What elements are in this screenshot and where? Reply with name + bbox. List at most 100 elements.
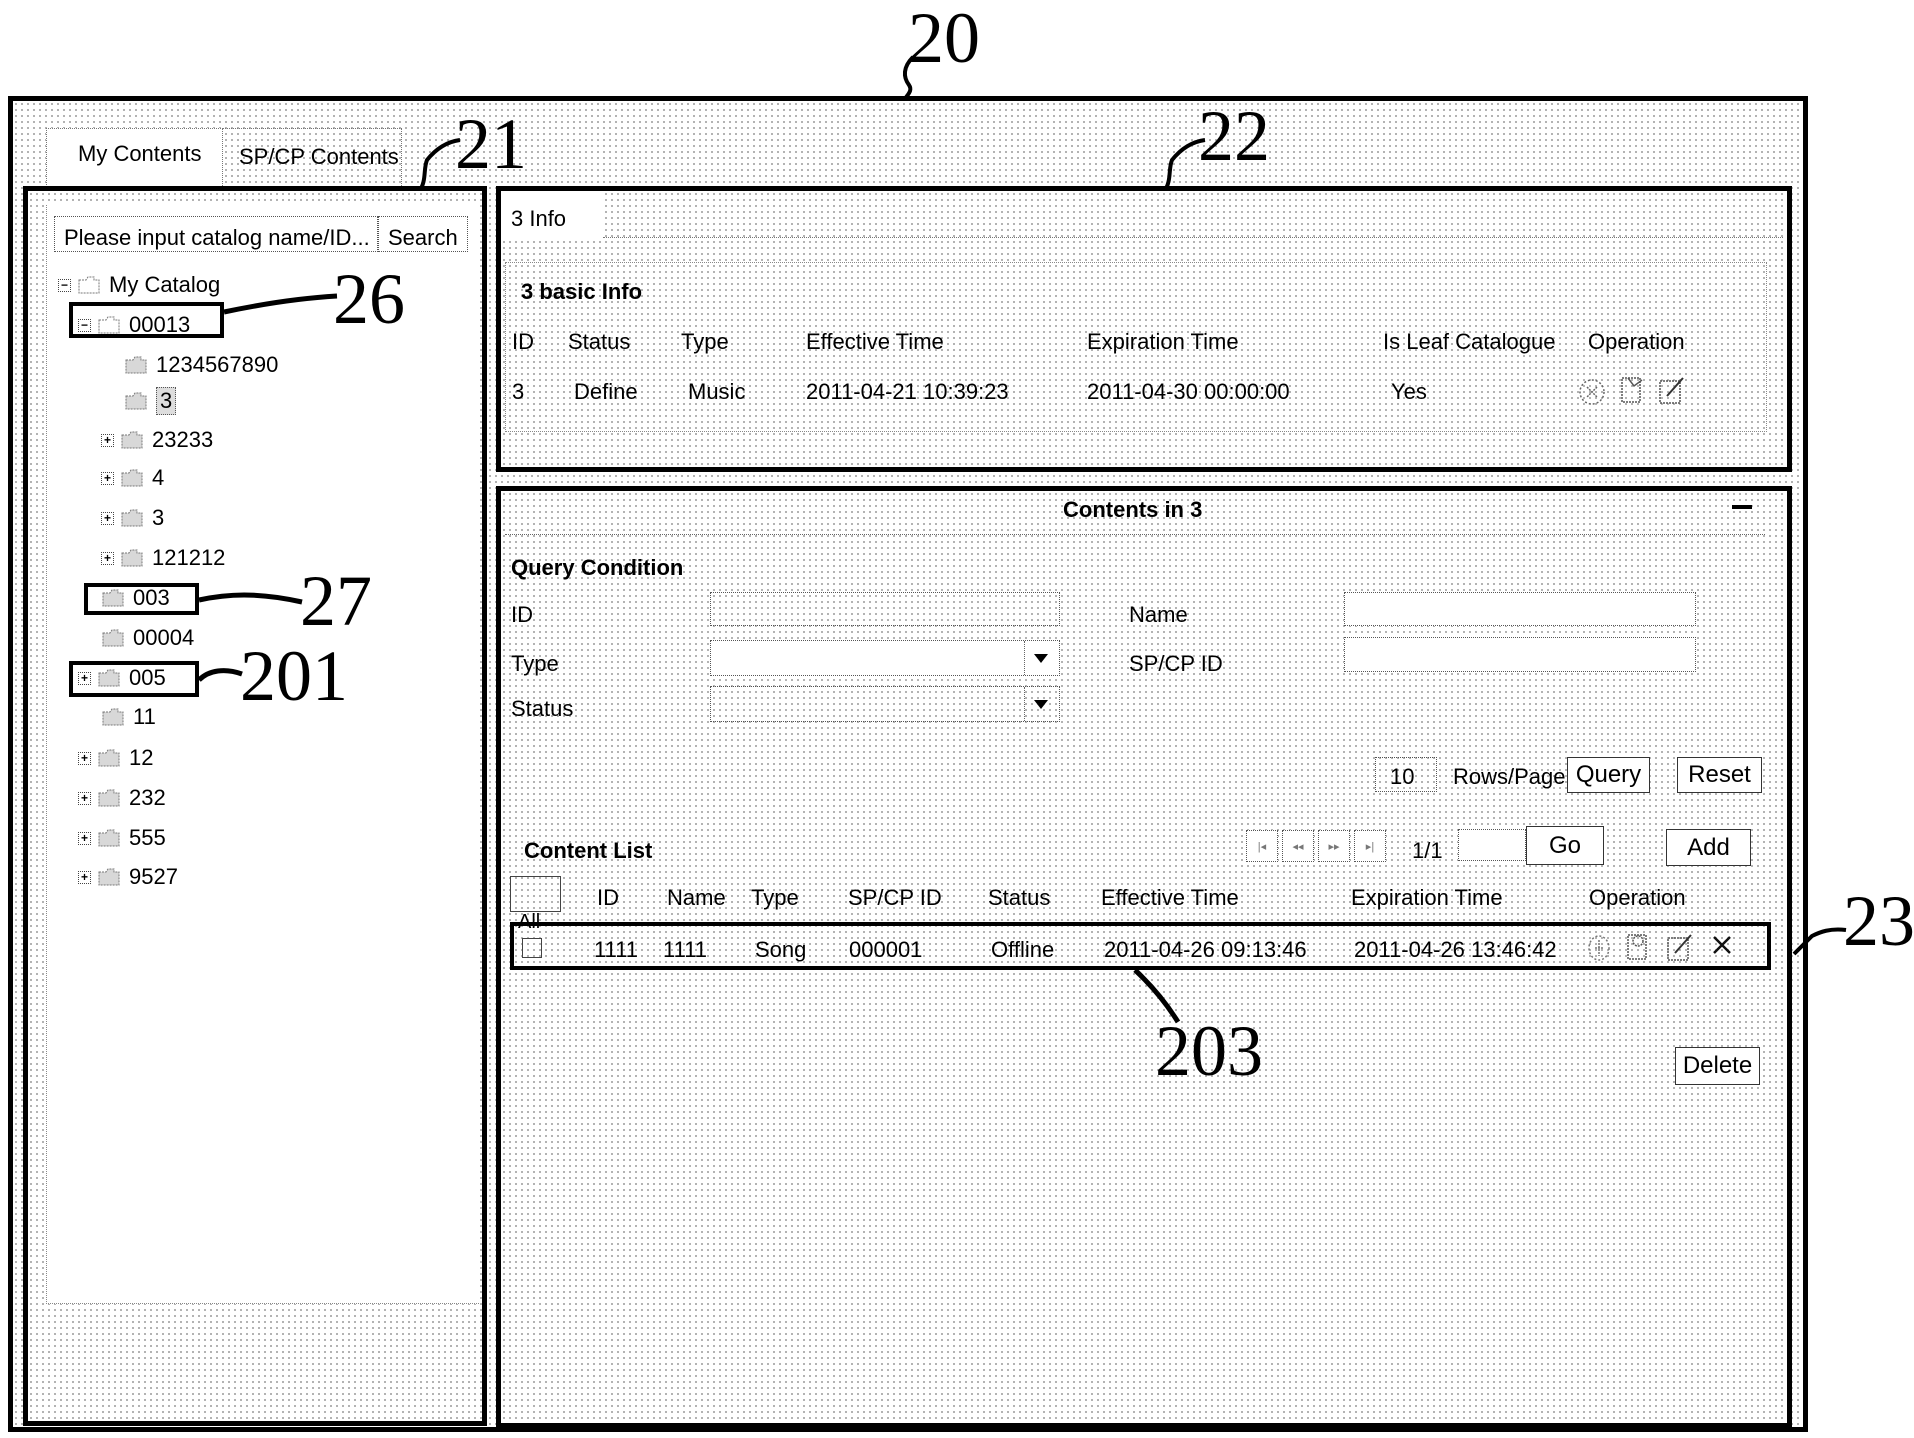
query-status-label: Status	[511, 696, 574, 721]
tree-node-label: 9527	[129, 864, 178, 889]
status-dropdown-divider	[1024, 687, 1025, 721]
disable-icon[interactable]	[1577, 377, 1607, 407]
query-name-input[interactable]	[1344, 592, 1696, 626]
tree-node-label: 11	[133, 704, 156, 729]
tree-node[interactable]: +9527	[78, 862, 178, 892]
expand-toggle-icon[interactable]: +	[78, 751, 91, 765]
tree-node-label: My Catalog	[109, 272, 221, 297]
last-page-icon[interactable]: ▸|	[1354, 830, 1386, 862]
info-cell-type: Music	[688, 379, 746, 404]
tree-node[interactable]: 3	[124, 386, 177, 416]
list-col-status: Status	[988, 885, 1051, 910]
info-tab-label: 3 Info	[511, 206, 567, 231]
leader-line-27	[198, 592, 303, 605]
list-col-id: ID	[597, 885, 619, 910]
tree-node[interactable]: 1234567890	[124, 350, 278, 380]
select-all-checkbox[interactable]	[510, 876, 561, 912]
leader-line-26	[223, 293, 338, 315]
tree-node-label: 23233	[152, 427, 214, 452]
delete-button[interactable]: Delete	[1675, 1047, 1760, 1085]
reset-button[interactable]: Reset	[1677, 757, 1762, 793]
expand-toggle-icon[interactable]: +	[101, 551, 114, 565]
folder-icon	[98, 749, 120, 767]
catalog-search-placeholder: Please input catalog name/ID...	[64, 225, 370, 250]
info-cell-status: Define	[574, 379, 638, 404]
contents-title: Contents in 3	[1063, 497, 1203, 522]
tree-node-label: 3	[156, 387, 177, 415]
expand-toggle-icon[interactable]: +	[101, 511, 114, 525]
tree-node[interactable]: +555	[78, 823, 166, 853]
tree-node[interactable]: +23233	[101, 425, 213, 455]
rows-per-page-label: Rows/Page	[1453, 764, 1566, 789]
tree-node[interactable]: +4	[101, 463, 164, 493]
tree-node[interactable]: +12	[78, 743, 153, 773]
tree-node[interactable]: 11	[101, 702, 156, 732]
ref-label-201: 201	[240, 636, 348, 716]
folder-icon	[98, 789, 120, 807]
next-page-icon[interactable]: ▸▸	[1318, 830, 1350, 862]
query-spcp-input[interactable]	[1344, 637, 1696, 672]
info-col-expiration-time: Expiration Time	[1087, 329, 1239, 354]
prev-page-icon[interactable]: ◂◂	[1282, 830, 1314, 862]
folder-icon	[121, 549, 143, 567]
tab-my-contents-label: My Contents	[78, 141, 202, 166]
callout-box-26	[69, 302, 224, 338]
expand-toggle-icon[interactable]: +	[101, 433, 114, 447]
expand-toggle-icon[interactable]: +	[78, 791, 91, 805]
info-tab-strip-line	[603, 237, 1783, 238]
edit-icon[interactable]	[1657, 374, 1687, 406]
collapse-toggle-icon[interactable]: −	[58, 278, 71, 292]
first-page-icon[interactable]: |◂	[1246, 830, 1278, 862]
query-status-select[interactable]	[710, 686, 1060, 722]
ref-label-27: 27	[300, 561, 372, 641]
expand-toggle-icon[interactable]: +	[78, 831, 91, 845]
folder-icon	[102, 708, 124, 726]
query-button[interactable]: Query	[1567, 757, 1650, 793]
info-cell-is-leaf: Yes	[1391, 379, 1427, 404]
query-spcp-label: SP/CP ID	[1129, 651, 1223, 676]
query-id-input[interactable]	[710, 592, 1060, 626]
minimize-icon[interactable]	[1732, 505, 1752, 509]
type-dropdown-divider	[1024, 641, 1025, 675]
list-col-type: Type	[751, 885, 799, 910]
ref-label-203: 203	[1155, 1011, 1263, 1091]
info-col-id: ID	[512, 329, 534, 354]
open-folder-icon	[78, 276, 100, 294]
folder-icon	[98, 829, 120, 847]
info-cell-effective-time: 2011-04-21 10:39:23	[806, 379, 1009, 404]
tree-node[interactable]: +3	[101, 503, 164, 533]
type-dropdown-arrow-icon[interactable]	[1034, 654, 1048, 663]
status-dropdown-arrow-icon[interactable]	[1034, 700, 1048, 709]
tree-node-label: 121212	[152, 545, 226, 570]
contents-header-divider	[505, 534, 1765, 535]
page-info: 1/1	[1412, 838, 1443, 863]
goto-page-input[interactable]	[1458, 829, 1526, 861]
folder-icon	[125, 356, 147, 374]
info-col-operation: Operation	[1588, 329, 1685, 354]
tree-root-my-catalog[interactable]: − My Catalog	[58, 270, 220, 300]
list-col-operation: Operation	[1589, 885, 1686, 910]
tree-node[interactable]: +232	[78, 783, 166, 813]
info-col-is-leaf: Is Leaf Catalogue	[1383, 329, 1556, 354]
list-col-effective-time: Effective Time	[1101, 885, 1239, 910]
rows-per-page-value: 10	[1390, 764, 1415, 789]
add-button[interactable]: Add	[1666, 829, 1751, 866]
tree-node[interactable]: 00004	[101, 623, 194, 653]
tree-node[interactable]: +121212	[101, 543, 225, 573]
expand-toggle-icon[interactable]: +	[101, 471, 114, 485]
folder-icon	[98, 868, 120, 886]
info-col-type: Type	[681, 329, 729, 354]
expand-toggle-icon[interactable]: +	[78, 870, 91, 884]
tree-node-label: 232	[129, 785, 166, 810]
leader-line-20	[902, 55, 915, 100]
query-type-select[interactable]	[710, 640, 1060, 676]
leader-line-22	[1162, 138, 1206, 194]
callout-box-203	[510, 922, 1771, 970]
query-condition-title: Query Condition	[511, 555, 684, 580]
go-button[interactable]: Go	[1526, 826, 1604, 865]
ref-label-21: 21	[455, 104, 527, 184]
folder-icon	[121, 469, 143, 487]
query-type-label: Type	[511, 651, 559, 676]
folder-icon	[102, 629, 124, 647]
publish-icon[interactable]	[1618, 374, 1648, 406]
